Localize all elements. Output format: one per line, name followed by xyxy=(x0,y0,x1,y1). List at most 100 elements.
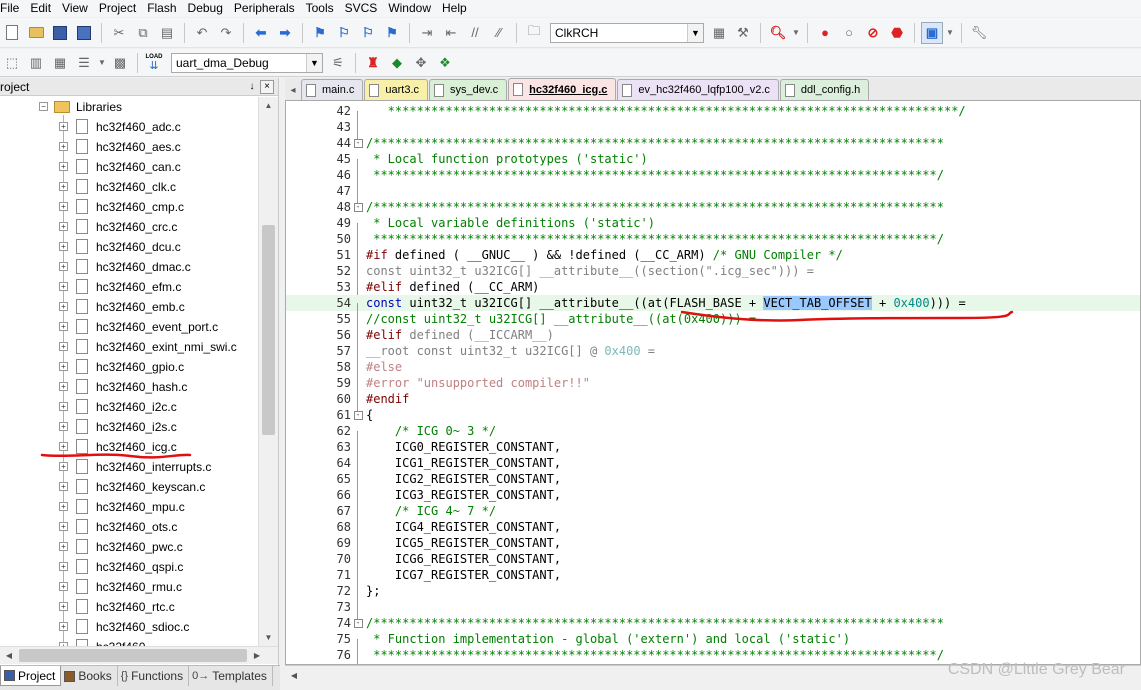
tab-scroll-left-icon[interactable]: ◂ xyxy=(285,80,301,100)
close-panel-button[interactable]: × xyxy=(260,79,274,94)
disable-all-breakpoints-button[interactable]: ⊘ xyxy=(862,22,884,44)
code-line[interactable]: 75 * Function implementation - global ('… xyxy=(286,631,1140,655)
navigate-forward-button[interactable]: ➡ xyxy=(274,22,296,44)
code-line[interactable]: 62 /* ICG 0~ 3 */ xyxy=(286,423,1140,447)
expand-icon[interactable]: + xyxy=(59,582,68,591)
save-all-button[interactable] xyxy=(73,22,95,44)
uncomment-button[interactable]: ⁄⁄ xyxy=(488,22,510,44)
download-button[interactable]: LOAD ⇊ xyxy=(144,52,164,74)
expand-icon[interactable]: + xyxy=(59,282,68,291)
stop-build-button[interactable]: ▩ xyxy=(109,52,131,74)
expand-icon[interactable]: + xyxy=(59,542,68,551)
tree-file-item[interactable]: + hc32f460_rmu.c xyxy=(0,577,258,597)
redo-button[interactable]: ↷ xyxy=(215,22,237,44)
code-line[interactable]: 42 *************************************… xyxy=(286,103,1140,127)
tree-file-item[interactable]: + hc32f460_mpu.c xyxy=(0,497,258,517)
menu-item-project[interactable]: Project xyxy=(95,0,143,17)
chevron-down-icon[interactable]: ▼ xyxy=(306,53,322,72)
expand-icon[interactable]: + xyxy=(59,382,68,391)
scroll-thumb[interactable] xyxy=(19,649,247,662)
build-button[interactable]: ▥ xyxy=(25,52,47,74)
tree-file-item[interactable]: + hc32f460_exint_nmi_swi.c xyxy=(0,337,258,357)
tree-file-item[interactable]: + hc32f460_event_port.c xyxy=(0,317,258,337)
expand-icon[interactable]: + xyxy=(59,242,68,251)
scroll-up-icon[interactable]: ▲ xyxy=(259,97,278,114)
find-in-files-button[interactable]: 🗀 xyxy=(523,22,545,44)
tree-file-item[interactable]: + hc32f460_clk.c xyxy=(0,177,258,197)
window-layout-dropdown[interactable]: ▼ xyxy=(945,22,955,44)
menu-item-peripherals[interactable]: Peripherals xyxy=(230,0,302,17)
menu-item-file[interactable]: File xyxy=(0,0,26,17)
tree-file-item[interactable]: + hc32f460_crc.c xyxy=(0,217,258,237)
clear-bookmarks-button[interactable]: ⚑ xyxy=(381,22,403,44)
tree-file-item[interactable]: + hc32f460_keyscan.c xyxy=(0,477,258,497)
editor-tab-hc32f460-icg-c[interactable]: hc32f460_icg.c xyxy=(508,78,617,100)
expand-icon[interactable]: + xyxy=(59,422,68,431)
save-button[interactable] xyxy=(49,22,71,44)
tree-file-item[interactable]: + hc32f460_sdioc.c xyxy=(0,617,258,637)
next-bookmark-button[interactable]: ⚐ xyxy=(357,22,379,44)
expand-icon[interactable]: + xyxy=(59,262,68,271)
tree-file-item[interactable]: + hc32f460_dcu.c xyxy=(0,237,258,257)
window-layout-button[interactable]: ▣ xyxy=(921,21,943,44)
code-line[interactable]: 73 xyxy=(286,599,1140,623)
incremental-find-button[interactable]: ⚒ xyxy=(732,22,754,44)
code-line[interactable]: 53 #elif defined (__CC_ARM) xyxy=(286,279,1140,303)
target-select[interactable]: uart_dma_Debug ▼ xyxy=(171,52,323,73)
file-extensions-button[interactable]: ♜ xyxy=(362,52,384,74)
debug-dropdown[interactable]: ▼ xyxy=(791,22,801,44)
target-options-button[interactable]: ⚟ xyxy=(327,52,349,74)
fold-toggle[interactable]: - xyxy=(351,202,365,212)
scroll-thumb[interactable] xyxy=(262,225,275,435)
menu-item-debug[interactable]: Debug xyxy=(184,0,230,17)
code-line[interactable]: 47 xyxy=(286,183,1140,207)
expand-icon[interactable]: + xyxy=(59,622,68,631)
indent-button[interactable]: ⇥ xyxy=(416,22,438,44)
expand-icon[interactable]: + xyxy=(59,162,68,171)
undo-button[interactable]: ↶ xyxy=(191,22,213,44)
code-line[interactable]: 66 ICG3_REGISTER_CONSTANT, xyxy=(286,487,1140,511)
tree-file-item[interactable]: + hc32f460_ots.c xyxy=(0,517,258,537)
code-line[interactable]: 55 //const uint32_t u32ICG[] __attribute_… xyxy=(286,311,1140,335)
rebuild-button[interactable]: ▦ xyxy=(49,52,71,74)
expand-icon[interactable]: + xyxy=(59,402,68,411)
tree-file-item[interactable]: + hc32f460_rtc.c xyxy=(0,597,258,617)
expand-icon[interactable]: + xyxy=(59,482,68,491)
panel-tab-books[interactable]: Books xyxy=(61,666,118,686)
debug-session-button[interactable]: 🔍︎ xyxy=(767,22,789,44)
translate-button[interactable]: ⬚ xyxy=(1,52,23,74)
bookmark-button[interactable]: ⚑ xyxy=(309,22,331,44)
code-line[interactable]: 68 ICG4_REGISTER_CONSTANT, xyxy=(286,519,1140,543)
code-line[interactable]: 52 const uint32_t u32ICG[] __attribute__(… xyxy=(286,263,1140,287)
expand-icon[interactable]: + xyxy=(59,442,68,451)
expand-icon[interactable]: + xyxy=(59,302,68,311)
expand-icon[interactable]: + xyxy=(59,122,68,131)
find-combo[interactable]: ClkRCH ▼ xyxy=(550,22,704,43)
chevron-down-icon[interactable]: ▼ xyxy=(687,23,703,42)
code-line[interactable]: 54 const uint32_t u32ICG[] __attribute__(… xyxy=(286,295,1140,319)
menu-item-window[interactable]: Window xyxy=(384,0,438,17)
find-button[interactable]: ▦ xyxy=(708,22,730,44)
editor-tab-ev-hc32f460-lqfp100-v2-c[interactable]: ev_hc32f460_lqfp100_v2.c xyxy=(617,79,779,100)
code-line[interactable]: 69 ICG5_REGISTER_CONSTANT, xyxy=(286,535,1140,559)
manage-project-items-button[interactable]: ◆ xyxy=(386,52,408,74)
collapse-icon[interactable]: - xyxy=(353,411,363,420)
editor-tab-sys-dev-c[interactable]: sys_dev.c xyxy=(429,79,508,100)
tree-file-item[interactable]: + hc32f460_gpio.c xyxy=(0,357,258,377)
tree-file-item[interactable]: +hc32f460_... xyxy=(0,637,258,646)
panel-tab-templates[interactable]: 0→ Templates xyxy=(189,666,273,686)
code-line[interactable]: 61-{ xyxy=(286,407,1140,423)
fold-toggle[interactable]: - xyxy=(351,618,365,628)
tree-file-item[interactable]: + hc32f460_efm.c xyxy=(0,277,258,297)
expand-icon[interactable]: + xyxy=(59,222,68,231)
expand-icon[interactable]: + xyxy=(59,202,68,211)
code-line[interactable]: 46 *************************************… xyxy=(286,167,1140,191)
copy-button[interactable]: ⧉ xyxy=(132,22,154,44)
menu-item-edit[interactable]: Edit xyxy=(26,0,58,17)
open-file-button[interactable] xyxy=(25,22,47,44)
disable-breakpoint-button[interactable]: ○ xyxy=(838,22,860,44)
code-line[interactable]: 56 #elif defined (__ICCARM__) xyxy=(286,327,1140,351)
code-line[interactable]: 74-/************************************… xyxy=(286,615,1140,631)
scroll-left-icon[interactable]: ◀ xyxy=(0,647,18,664)
collapse-icon[interactable]: - xyxy=(353,139,363,148)
